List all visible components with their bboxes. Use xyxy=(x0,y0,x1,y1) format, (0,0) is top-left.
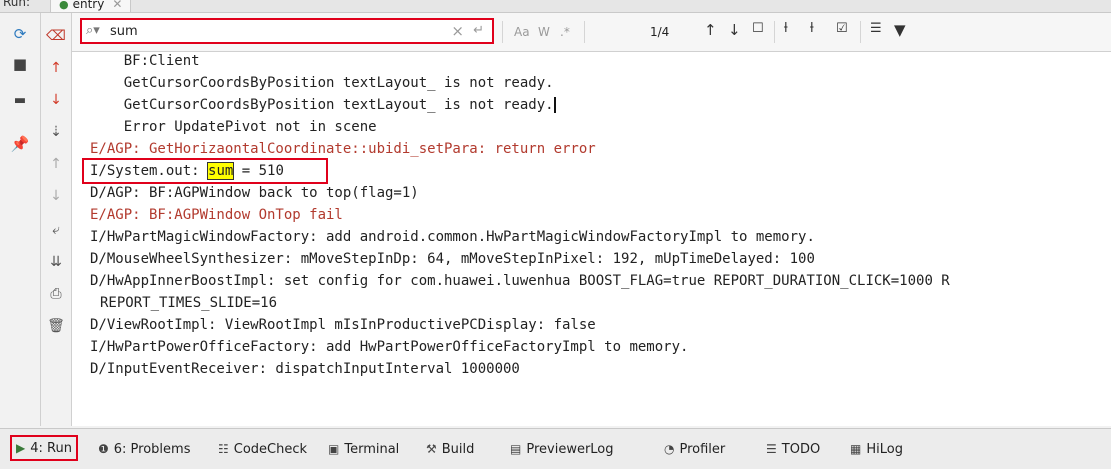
todo-icon: ☰ xyxy=(766,442,777,456)
up-faded-icon[interactable]: ↑ xyxy=(45,153,67,175)
prev-match-icon[interactable]: ↑ xyxy=(704,21,717,39)
down-faded-icon[interactable]: ↓ xyxy=(45,185,67,207)
tab-entry-label: entry xyxy=(72,0,105,11)
console-line: GetCursorCoordsByPosition textLayout_ is… xyxy=(90,94,556,116)
trash-icon[interactable]: 🗑 xyxy=(45,315,67,337)
words-toggle[interactable]: W xyxy=(538,25,550,39)
tab-run[interactable]: ▶ 4: Run xyxy=(10,435,78,461)
run-toolwindow-header: Run: ● entry ✕ xyxy=(0,0,1111,13)
console-line: D/AGP: BF:AGPWindow back to top(flag=1) xyxy=(90,185,419,201)
tab-entry[interactable]: ● entry ✕ xyxy=(50,0,132,12)
newline-icon[interactable]: ↵ xyxy=(473,23,484,38)
print-icon[interactable]: ⎙ xyxy=(45,283,67,305)
terminal-icon: ▣ xyxy=(328,442,340,456)
run-icon: ▶ xyxy=(16,441,26,455)
tab-problems[interactable]: ❶ 6: Problems xyxy=(98,439,190,459)
previewerlog-icon: ▤ xyxy=(510,442,522,456)
pin-icon[interactable]: 📌 xyxy=(8,133,32,155)
match-case-toggle[interactable]: Aa xyxy=(514,25,530,39)
tab-problems-label: 6: Problems xyxy=(113,441,191,457)
console-actions-toolbar: ⌫ ↑ ↓ ⇣ ↑ ↓ ⤶ ⇊ ⎙ 🗑 xyxy=(41,13,72,426)
match-annotation-box xyxy=(82,158,328,184)
up-icon[interactable]: ↑ xyxy=(45,57,67,79)
search-input[interactable]: ⌕▾ sum × ↵ xyxy=(80,18,494,44)
console-line: I/HwPartMagicWindowFactory: add android.… xyxy=(90,229,815,245)
tab-previewerlog-label: PreviewerLog xyxy=(526,441,614,457)
console-line: D/InputEventReceiver: dispatchInputInter… xyxy=(90,361,520,377)
sort-icon[interactable]: ⇣ xyxy=(45,121,67,143)
soft-wrap-icon[interactable]: ⤶ xyxy=(45,219,67,241)
console-line: D/ViewRootImpl: ViewRootImpl mIsInProduc… xyxy=(90,317,596,333)
divider xyxy=(860,21,861,43)
console-line: D/MouseWheelSynthesizer: mMoveStepInDp: … xyxy=(90,251,815,267)
filter-lines-icon[interactable]: ☰ xyxy=(870,21,882,36)
add-occurrence-icon[interactable]: ƚ xyxy=(784,21,788,36)
run-label: Run: xyxy=(3,0,31,9)
console-output[interactable]: BF:Client GetCursorCoordsByPosition text… xyxy=(72,52,1111,426)
stop-icon[interactable]: ■ xyxy=(8,53,32,75)
console-line: GetCursorCoordsByPosition textLayout_ is… xyxy=(90,75,554,91)
divider xyxy=(774,21,775,43)
console-line: Error UpdatePivot not in scene xyxy=(90,119,377,135)
profiler-icon: ◔ xyxy=(664,442,675,456)
hilog-icon: ▦ xyxy=(850,442,862,456)
next-match-icon[interactable]: ↓ xyxy=(728,21,741,39)
regex-toggle[interactable]: .* xyxy=(560,25,570,39)
down-icon[interactable]: ↓ xyxy=(45,89,67,111)
console-line: REPORT_TIMES_SLIDE=16 xyxy=(100,295,278,311)
filter-icon[interactable]: ▼ xyxy=(894,21,906,39)
clear-icon[interactable]: ⌫ xyxy=(45,25,67,47)
search-value[interactable]: sum xyxy=(110,24,138,39)
tab-build[interactable]: ⚒ Build xyxy=(426,439,474,459)
clear-search-icon[interactable]: × xyxy=(451,22,464,40)
tab-profiler[interactable]: ◔ Profiler xyxy=(664,439,725,459)
console-line-text: GetCursorCoordsByPosition textLayout_ is… xyxy=(90,97,554,113)
console-line: BF:Client xyxy=(90,53,200,69)
tab-codecheck[interactable]: ☷ CodeCheck xyxy=(218,439,307,459)
tab-todo[interactable]: ☰ TODO xyxy=(766,439,820,459)
console-line: D/HwAppInnerBoostImpl: set config for co… xyxy=(90,273,950,289)
close-icon[interactable]: ✕ xyxy=(112,0,122,11)
tab-terminal-label: Terminal xyxy=(344,441,400,457)
console-line-error: E/AGP: BF:AGPWindow OnTop fail xyxy=(90,207,343,223)
build-icon: ⚒ xyxy=(426,442,437,456)
remove-occurrence-icon[interactable]: ƚ xyxy=(810,21,814,36)
tab-build-label: Build xyxy=(441,441,475,457)
tab-profiler-label: Profiler xyxy=(679,441,726,457)
tab-codecheck-label: CodeCheck xyxy=(233,441,308,457)
tab-run-label: 4: Run xyxy=(30,440,72,456)
run-actions-toolbar: ⟳ ■ ▬ 📌 xyxy=(0,13,41,426)
divider xyxy=(502,21,503,43)
console-search-bar: ⌕▾ sum × ↵ Aa W .* 1/4 ↑ ↓ ☐ ƚ ƚ ☑ ☰ ▼ xyxy=(72,13,1111,52)
tab-terminal[interactable]: ▣ Terminal xyxy=(328,439,399,459)
text-caret xyxy=(553,97,556,113)
select-all-occurrences-icon[interactable]: ☑ xyxy=(836,21,848,36)
console-line: I/HwPartPowerOfficeFactory: add HwPartPo… xyxy=(90,339,689,355)
run-config-icon: ● xyxy=(59,0,69,11)
tab-hilog[interactable]: ▦ HiLog xyxy=(850,439,903,459)
rerun-icon[interactable]: ⟳ xyxy=(8,23,32,45)
codecheck-icon: ☷ xyxy=(218,442,229,456)
tab-hilog-label: HiLog xyxy=(866,441,903,457)
match-counter: 1/4 xyxy=(650,25,670,39)
problems-icon: ❶ xyxy=(98,442,109,456)
layout-icon[interactable]: ▬ xyxy=(8,89,32,111)
select-all-icon[interactable]: ☐ xyxy=(752,21,764,36)
tool-window-bar: ▶ 4: Run ❶ 6: Problems ☷ CodeCheck ▣ Ter… xyxy=(0,428,1111,469)
divider xyxy=(584,21,585,43)
tab-todo-label: TODO xyxy=(781,441,821,457)
scroll-end-icon[interactable]: ⇊ xyxy=(45,251,67,273)
tab-previewerlog[interactable]: ▤ PreviewerLog xyxy=(510,439,614,459)
search-icon: ⌕▾ xyxy=(86,23,100,38)
console-line-error: E/AGP: GetHorizaontalCoordinate::ubidi_s… xyxy=(90,141,596,157)
